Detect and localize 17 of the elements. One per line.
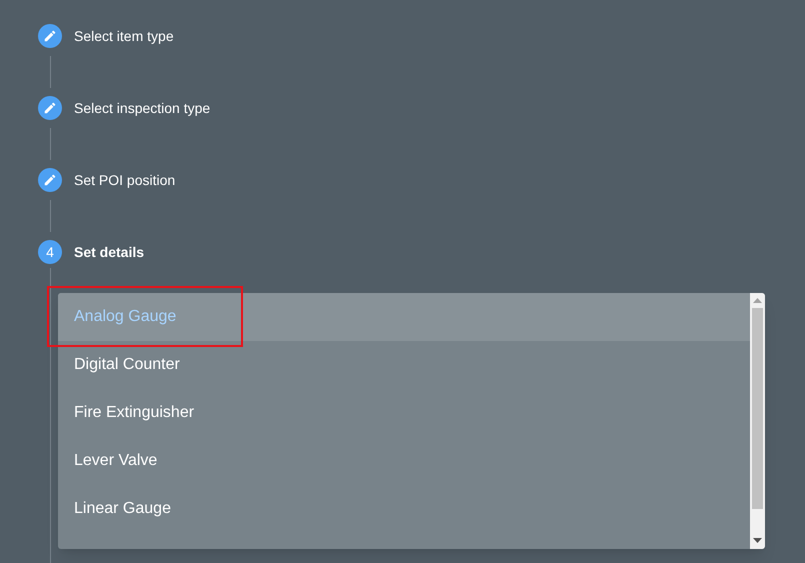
scrollbar-thumb[interactable] [752,308,763,509]
pencil-icon [43,173,57,187]
pencil-icon [43,101,57,115]
dropdown-option[interactable]: Linear Gauge [58,485,750,533]
step-label[interactable]: Select inspection type [74,98,210,118]
scrollbar[interactable] [750,293,765,549]
scroll-down-icon[interactable] [753,538,762,544]
scroll-up-icon[interactable] [753,298,762,304]
dropdown-option[interactable]: Digital Counter [58,341,750,389]
step-label[interactable]: Set details [74,242,144,262]
dropdown-option[interactable]: Fire Extinguisher [58,389,750,437]
dropdown-option[interactable]: Lever Valve [58,437,750,485]
step-label[interactable]: Set POI position [74,170,176,190]
dropdown-option[interactable]: Analog Gauge [58,293,750,341]
step-number-badge: 4 [38,240,62,264]
step-label[interactable]: Select item type [74,26,174,46]
pencil-icon [43,29,57,43]
